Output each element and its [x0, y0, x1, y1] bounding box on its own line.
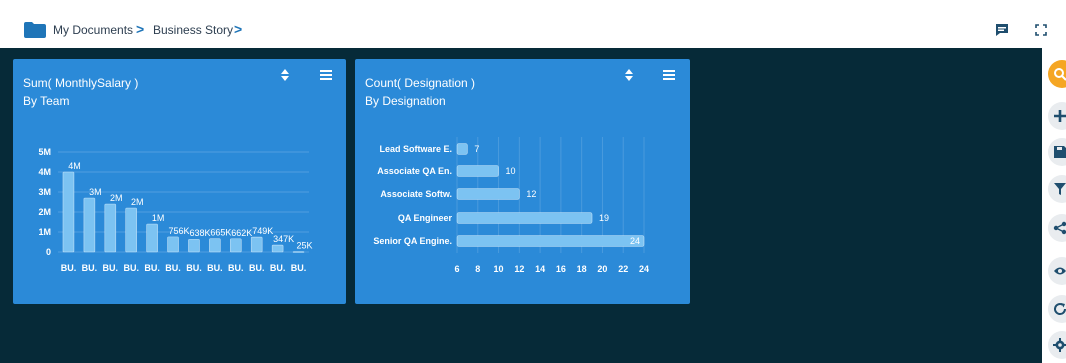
top-bar: My Documents > Business Story >	[0, 0, 1066, 48]
fullscreen-icon[interactable]	[1034, 23, 1048, 37]
bar	[125, 207, 138, 253]
data-label: 24	[630, 236, 640, 246]
settings-button[interactable]	[1048, 331, 1066, 359]
x-tick-label: 24	[639, 264, 649, 274]
x-tick-label: 14	[535, 264, 545, 274]
designation-bar-chart: 6 8 10 12 14 16 18 20 22 24 Lead Software E. 7 Assoc…	[373, 137, 649, 274]
data-label: 7	[474, 144, 479, 154]
data-label: 10	[506, 166, 516, 176]
x-tick-label: BU.	[207, 263, 223, 273]
filter-icon	[1054, 183, 1066, 195]
bar	[456, 143, 468, 155]
chart-card-count-by-designation: Count( Designation ) By Designation 6 8 10…	[355, 59, 690, 304]
data-label: 638K	[189, 228, 210, 238]
bar	[271, 244, 284, 253]
settings-icon	[1053, 338, 1066, 352]
data-label: 749K	[252, 226, 273, 236]
bar	[456, 235, 645, 247]
chart-card-salary-by-team: Sum( MonthlySalary ) By Team 0 1M 2M 3M 4M 5M…	[13, 59, 346, 304]
x-tick-label: 8	[475, 264, 480, 274]
bar	[62, 171, 75, 253]
x-tick-label: BU.	[61, 263, 77, 273]
y-tick-label: 1M	[38, 227, 51, 237]
share-icon	[1053, 221, 1066, 235]
y-tick-label: 0	[46, 247, 51, 257]
x-tick-label: 16	[556, 264, 566, 274]
add-button[interactable]	[1048, 102, 1066, 130]
breadcrumb-separator: >	[136, 21, 145, 37]
x-tick-label: BU.	[186, 263, 202, 273]
refresh-icon	[1054, 303, 1066, 315]
data-label: 12	[526, 189, 536, 199]
bar	[456, 165, 499, 177]
data-label: 756K	[169, 226, 190, 236]
data-label: 4M	[68, 161, 81, 171]
breadcrumb-business-story[interactable]: Business Story	[153, 23, 233, 37]
bar	[456, 188, 520, 200]
x-tick-label: BU.	[228, 263, 244, 273]
breadcrumb-separator: >	[234, 21, 243, 37]
x-tick-label: BU.	[291, 263, 307, 273]
data-label: 665K	[210, 228, 231, 238]
x-tick-label: BU.	[165, 263, 181, 273]
search-button[interactable]	[1048, 60, 1066, 88]
data-label: 1M	[152, 213, 165, 223]
bar	[146, 223, 158, 253]
y-tick-label: 3M	[38, 187, 51, 197]
save-button[interactable]	[1048, 138, 1066, 166]
x-tick-label: 12	[514, 264, 524, 274]
y-tick-label: 2M	[38, 207, 51, 217]
y-tick-label: 5M	[38, 147, 51, 157]
x-tick-label: 10	[494, 264, 504, 274]
preview-button[interactable]	[1048, 257, 1066, 285]
bar	[456, 212, 593, 224]
data-label: 347K	[273, 234, 294, 244]
bar	[83, 197, 96, 253]
refresh-button[interactable]	[1048, 295, 1066, 323]
y-tick-label: Senior QA Engine.	[373, 236, 452, 246]
breadcrumb-my-documents[interactable]: My Documents	[53, 23, 133, 37]
y-tick-label: Associate QA En.	[377, 166, 452, 176]
x-tick-label: 20	[597, 264, 607, 274]
bar	[167, 236, 179, 253]
x-tick-label: BU.	[123, 263, 139, 273]
bar	[188, 238, 200, 253]
y-tick-label: Lead Software E.	[379, 144, 452, 154]
y-tick-label: Associate Softw.	[380, 189, 452, 199]
x-tick-label: BU.	[270, 263, 286, 273]
bar	[229, 238, 242, 253]
comment-icon[interactable]	[995, 23, 1009, 37]
x-tick-label: BU.	[144, 263, 160, 273]
search-icon	[1054, 68, 1066, 81]
bar	[209, 238, 221, 253]
x-tick-label: BU.	[82, 263, 98, 273]
filter-button[interactable]	[1048, 175, 1066, 203]
folder-icon	[24, 22, 46, 38]
bar	[250, 236, 263, 253]
eye-icon	[1054, 267, 1066, 275]
data-label: 2M	[110, 193, 123, 203]
save-icon	[1054, 146, 1066, 158]
right-toolbar	[1042, 48, 1066, 363]
y-tick-label: QA Engineer	[398, 213, 453, 223]
bar	[104, 203, 117, 253]
share-button[interactable]	[1048, 214, 1066, 242]
data-label: 19	[599, 213, 609, 223]
plus-icon	[1054, 110, 1066, 122]
x-tick-label: BU.	[103, 263, 119, 273]
x-tick-label: 22	[618, 264, 628, 274]
data-label: 25K	[297, 241, 313, 251]
x-tick-label: BU.	[249, 263, 265, 273]
data-label: 3M	[89, 187, 102, 197]
y-tick-label: 4M	[38, 167, 51, 177]
data-label: 662K	[231, 228, 252, 238]
data-label: 2M	[131, 197, 144, 207]
x-tick-label: 6	[454, 264, 459, 274]
bar	[292, 251, 305, 253]
x-tick-label: 18	[577, 264, 587, 274]
salary-bar-chart: 0 1M 2M 3M 4M 5M 4M BU. 3M BU. 2M BU. 2M BU. 1M BU. 756K…	[38, 147, 313, 273]
